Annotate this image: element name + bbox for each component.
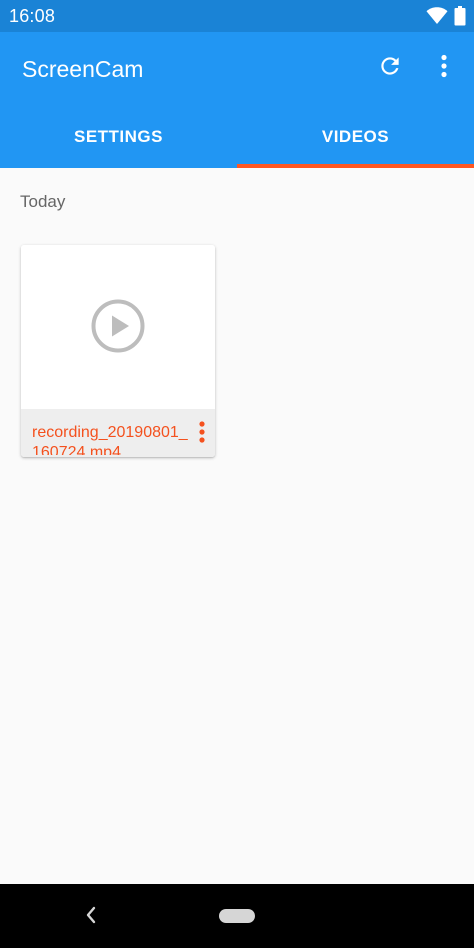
app-bar: ScreenCam SETTINGS VIDEOS [0, 32, 474, 168]
screen: 16:08 ScreenCam SETTINGS VIDEOS Today re… [0, 0, 474, 948]
tab-settings-label: SETTINGS [73, 127, 163, 146]
back-icon [85, 906, 97, 929]
tab-videos-label: VIDEOS [321, 127, 390, 146]
play-circle-icon [91, 299, 145, 353]
refresh-icon [377, 53, 403, 84]
video-card[interactable]: recording_20190801_160724.mp4 [21, 245, 215, 457]
home-pill[interactable] [219, 909, 255, 923]
more-options-button[interactable] [430, 52, 458, 84]
status-icons [426, 6, 466, 31]
battery-icon [454, 6, 466, 31]
tab-settings[interactable]: SETTINGS [0, 106, 237, 168]
tab-videos[interactable]: VIDEOS [237, 106, 474, 168]
tab-indicator [237, 164, 474, 168]
app-title: ScreenCam [22, 56, 144, 82]
refresh-button[interactable] [374, 52, 406, 84]
more-vert-icon [440, 54, 448, 83]
wifi-icon [426, 7, 448, 30]
navigation-bar [0, 884, 474, 948]
section-header: Today [20, 192, 66, 211]
status-bar: 16:08 [0, 0, 474, 32]
video-thumbnail[interactable] [21, 245, 215, 409]
back-button[interactable] [80, 906, 102, 928]
status-time: 16:08 [9, 6, 56, 26]
video-more-button[interactable] [193, 419, 211, 449]
video-card-footer: recording_20190801_160724.mp4 [21, 409, 215, 457]
more-vert-icon [199, 420, 205, 448]
video-title: recording_20190801_160724.mp4 [32, 424, 188, 455]
